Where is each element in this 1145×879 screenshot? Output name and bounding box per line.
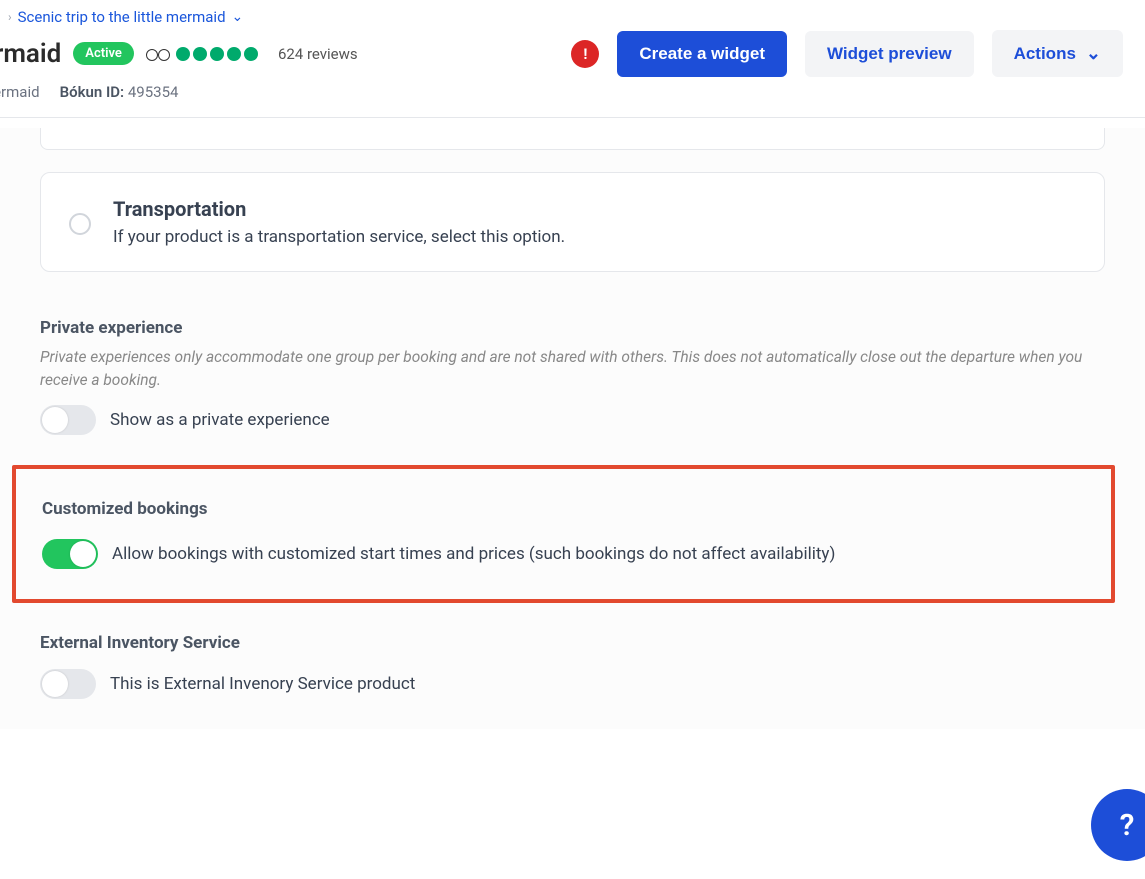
- header-main-row: ermaid Active 624 reviews ! Create a wid…: [0, 30, 1145, 77]
- section-subtitle: Private experiences only accommodate one…: [40, 346, 1105, 393]
- radio-circle-icon[interactable]: [69, 213, 91, 235]
- widget-preview-button[interactable]: Widget preview: [805, 31, 974, 77]
- header-actions: ! Create a widget Widget preview Actions…: [571, 30, 1123, 77]
- main-content: Transportation If your product is a tran…: [0, 128, 1145, 729]
- toggle-private-experience[interactable]: [40, 405, 96, 435]
- reviews-count: 624 reviews: [278, 45, 358, 63]
- rating-dot: [227, 47, 241, 61]
- create-widget-button[interactable]: Create a widget: [617, 31, 787, 77]
- toggle-row-customized: Allow bookings with customized start tim…: [42, 539, 1085, 569]
- alert-icon[interactable]: !: [571, 40, 599, 68]
- toggle-knob: [42, 671, 68, 697]
- page-header: › Scenic trip to the little mermaid ⌄ er…: [0, 0, 1145, 118]
- radio-title: Transportation: [113, 197, 565, 221]
- chevron-down-icon[interactable]: ⌄: [232, 9, 244, 25]
- breadcrumb: › Scenic trip to the little mermaid ⌄: [0, 8, 1145, 26]
- bokun-id: Bókun ID: 495354: [60, 83, 179, 101]
- status-badge: Active: [73, 42, 134, 65]
- rating-dot: [193, 47, 207, 61]
- private-experience-section: Private experience Private experiences o…: [40, 318, 1105, 435]
- breadcrumb-link[interactable]: Scenic trip to the little mermaid: [18, 8, 226, 26]
- rating-dot: [176, 47, 190, 61]
- section-title: External Inventory Service: [40, 633, 1105, 653]
- customized-bookings-highlight: Customized bookings Allow bookings with …: [12, 465, 1115, 603]
- toggle-knob: [42, 407, 68, 433]
- transportation-card[interactable]: Transportation If your product is a tran…: [40, 172, 1105, 272]
- rating-dot: [244, 47, 258, 61]
- chevron-right-icon: ›: [8, 10, 12, 24]
- tripadvisor-owl-icon: [146, 47, 170, 61]
- previous-card-fragment: [40, 128, 1105, 150]
- chevron-down-icon: ⌄: [1086, 43, 1101, 64]
- radio-option-transportation[interactable]: Transportation If your product is a tran…: [69, 197, 1076, 247]
- section-title: Private experience: [40, 318, 1105, 338]
- toggle-label: Show as a private experience: [110, 410, 330, 430]
- rating-dots: [176, 47, 258, 61]
- toggle-knob: [70, 541, 96, 567]
- section-title: Customized bookings: [42, 499, 1085, 519]
- page-title: ermaid: [0, 39, 61, 69]
- help-button[interactable]: ?: [1091, 789, 1145, 861]
- toggle-external-inventory[interactable]: [40, 669, 96, 699]
- tripadvisor-rating: [146, 47, 258, 61]
- toggle-row-external: This is External Invenory Service produc…: [40, 669, 1105, 699]
- header-subrow: Mermaid Bókun ID: 495354: [0, 83, 1145, 101]
- radio-content: Transportation If your product is a tran…: [113, 197, 565, 247]
- toggle-row-private: Show as a private experience: [40, 405, 1105, 435]
- subtitle-fragment: Mermaid: [0, 83, 40, 101]
- header-left: ermaid Active 624 reviews: [0, 39, 358, 69]
- toggle-label: This is External Invenory Service produc…: [110, 674, 415, 694]
- actions-label: Actions: [1014, 44, 1076, 64]
- rating-dot: [210, 47, 224, 61]
- external-inventory-section: External Inventory Service This is Exter…: [40, 633, 1105, 699]
- toggle-label: Allow bookings with customized start tim…: [112, 544, 835, 564]
- bokun-id-value: 495354: [128, 83, 179, 101]
- actions-button[interactable]: Actions ⌄: [992, 30, 1123, 77]
- radio-description: If your product is a transportation serv…: [113, 227, 565, 247]
- toggle-customized-bookings[interactable]: [42, 539, 98, 569]
- bokun-id-label: Bókun ID:: [60, 83, 125, 101]
